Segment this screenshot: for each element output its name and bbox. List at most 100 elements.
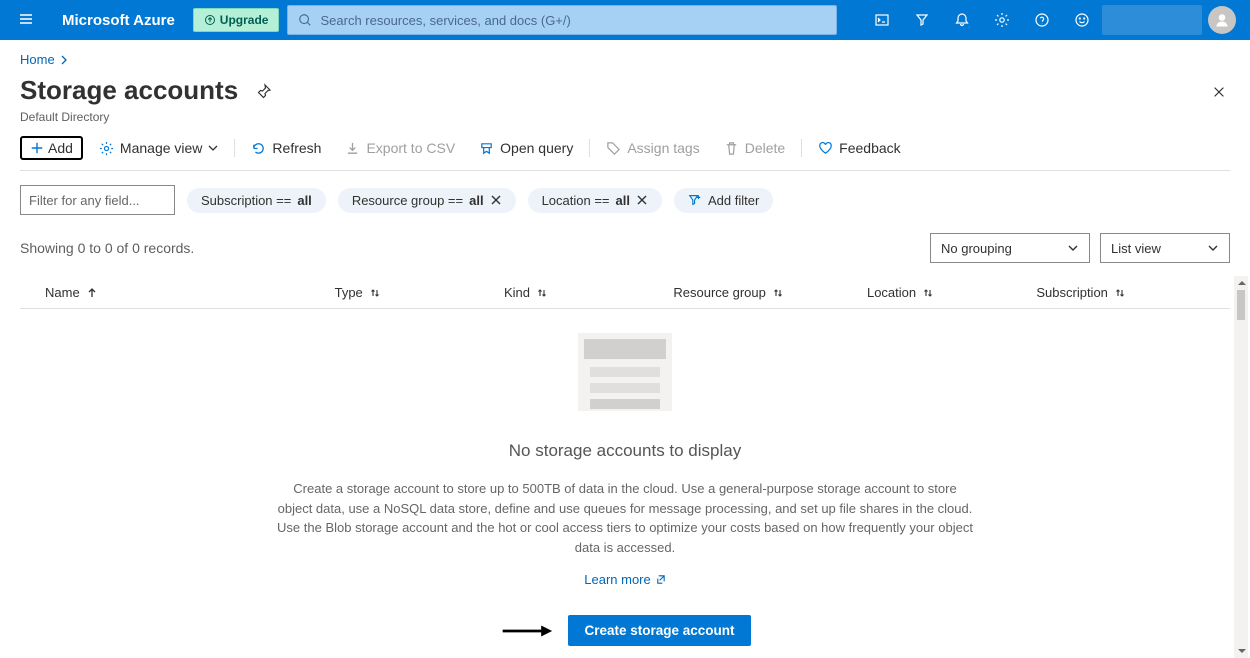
create-storage-account-button[interactable]: Create storage account: [568, 615, 750, 646]
filter-placeholder: Filter for any field...: [29, 193, 140, 208]
empty-title: No storage accounts to display: [275, 441, 975, 461]
account-label-redacted[interactable]: [1102, 5, 1202, 35]
topbar-icons: [862, 0, 1242, 40]
column-header-subscription[interactable]: Subscription: [1036, 285, 1230, 300]
upgrade-label: Upgrade: [220, 13, 269, 27]
search-input[interactable]: Search resources, services, and docs (G+…: [287, 5, 837, 35]
open-query-label: Open query: [500, 140, 573, 156]
grouping-dropdown[interactable]: No grouping: [930, 233, 1090, 263]
create-button-label: Create storage account: [584, 623, 734, 638]
filter-pill-subscription[interactable]: Subscription == all: [187, 188, 326, 213]
viewmode-dropdown[interactable]: List view: [1100, 233, 1230, 263]
empty-state: No storage accounts to display Create a …: [275, 333, 975, 646]
table-header: Name Type Kind Resource group Location S…: [20, 277, 1230, 309]
toolbar-separator: [589, 139, 590, 157]
scroll-down-button[interactable]: [1234, 644, 1248, 658]
chevron-right-icon: [59, 55, 69, 65]
directory-filter-icon[interactable]: [902, 0, 942, 40]
toolbar-separator: [234, 139, 235, 157]
tag-icon: [606, 141, 621, 156]
add-button[interactable]: Add: [20, 136, 83, 160]
filter-pill-resourcegroup[interactable]: Resource group == all: [338, 188, 516, 213]
refresh-button[interactable]: Refresh: [243, 136, 329, 160]
page-subtitle: Default Directory: [20, 110, 1230, 124]
column-header-name[interactable]: Name: [20, 285, 335, 300]
close-blade-button[interactable]: [1208, 79, 1230, 108]
feedback-smiley-icon[interactable]: [1062, 0, 1102, 40]
column-header-resourcegroup[interactable]: Resource group: [673, 285, 867, 300]
upgrade-button[interactable]: Upgrade: [193, 8, 280, 32]
pointer-arrow-icon: [499, 622, 554, 640]
manage-view-label: Manage view: [120, 140, 203, 156]
filter-pill-location[interactable]: Location == all: [528, 188, 662, 213]
toolbar: Add Manage view Refresh Export to CSV Op…: [20, 136, 1230, 171]
filter-value: all: [297, 193, 311, 208]
filter-value: all: [469, 193, 483, 208]
sort-icon: [1114, 287, 1126, 299]
assign-tags-label: Assign tags: [627, 140, 699, 156]
add-label: Add: [48, 140, 73, 156]
records-summary: Showing 0 to 0 of 0 records.: [20, 240, 194, 256]
heart-icon: [818, 141, 833, 156]
add-filter-label: Add filter: [708, 193, 759, 208]
viewmode-selected: List view: [1111, 241, 1161, 256]
empty-description: Create a storage account to store up to …: [275, 479, 975, 557]
filter-row: Filter for any field... Subscription == …: [20, 185, 1230, 215]
person-icon: [1214, 12, 1230, 28]
column-header-location[interactable]: Location: [867, 285, 1036, 300]
feedback-label: Feedback: [839, 140, 900, 156]
trash-icon: [724, 141, 739, 156]
azure-topbar: Microsoft Azure Upgrade Search resources…: [0, 0, 1250, 40]
breadcrumb: Home: [20, 52, 1230, 67]
export-csv-label: Export to CSV: [366, 140, 455, 156]
search-placeholder: Search resources, services, and docs (G+…: [320, 13, 570, 28]
delete-label: Delete: [745, 140, 785, 156]
add-filter-button[interactable]: Add filter: [674, 188, 773, 213]
page-title: Storage accounts: [20, 75, 238, 106]
empty-illustration: [578, 333, 672, 411]
filter-label: Location ==: [542, 193, 610, 208]
close-icon[interactable]: [490, 194, 502, 206]
refresh-icon: [251, 141, 266, 156]
breadcrumb-home[interactable]: Home: [20, 52, 55, 67]
help-icon[interactable]: [1022, 0, 1062, 40]
feedback-button[interactable]: Feedback: [810, 136, 908, 160]
grouping-selected: No grouping: [941, 241, 1012, 256]
brand-label[interactable]: Microsoft Azure: [52, 12, 185, 29]
sort-icon: [922, 287, 934, 299]
export-csv-button[interactable]: Export to CSV: [337, 136, 463, 160]
column-header-type[interactable]: Type: [335, 285, 504, 300]
hamburger-icon[interactable]: [8, 5, 44, 36]
search-icon: [298, 13, 312, 27]
delete-button[interactable]: Delete: [716, 136, 793, 160]
learn-more-label: Learn more: [584, 572, 650, 587]
cloud-shell-icon[interactable]: [862, 0, 902, 40]
sort-asc-icon: [86, 287, 98, 299]
close-icon[interactable]: [636, 194, 648, 206]
filter-text-input[interactable]: Filter for any field...: [20, 185, 175, 215]
sort-icon: [772, 287, 784, 299]
close-icon: [1212, 85, 1226, 99]
pin-icon[interactable]: [250, 77, 278, 105]
chevron-down-icon: [1067, 242, 1079, 254]
notifications-icon[interactable]: [942, 0, 982, 40]
plus-icon: [30, 141, 44, 155]
vertical-scrollbar[interactable]: [1234, 290, 1248, 644]
settings-icon[interactable]: [982, 0, 1022, 40]
download-icon: [345, 141, 360, 156]
query-icon: [479, 141, 494, 156]
funnel-plus-icon: [688, 193, 702, 207]
manage-view-button[interactable]: Manage view: [91, 136, 227, 160]
assign-tags-button[interactable]: Assign tags: [598, 136, 707, 160]
scroll-up-button[interactable]: [1234, 276, 1248, 290]
chevron-down-icon: [1207, 242, 1219, 254]
upgrade-icon: [204, 14, 216, 26]
learn-more-link[interactable]: Learn more: [584, 572, 665, 587]
column-header-kind[interactable]: Kind: [504, 285, 673, 300]
gear-icon: [99, 141, 114, 156]
filter-label: Resource group ==: [352, 193, 463, 208]
avatar[interactable]: [1202, 0, 1242, 40]
external-link-icon: [655, 574, 666, 585]
open-query-button[interactable]: Open query: [471, 136, 581, 160]
sort-icon: [369, 287, 381, 299]
